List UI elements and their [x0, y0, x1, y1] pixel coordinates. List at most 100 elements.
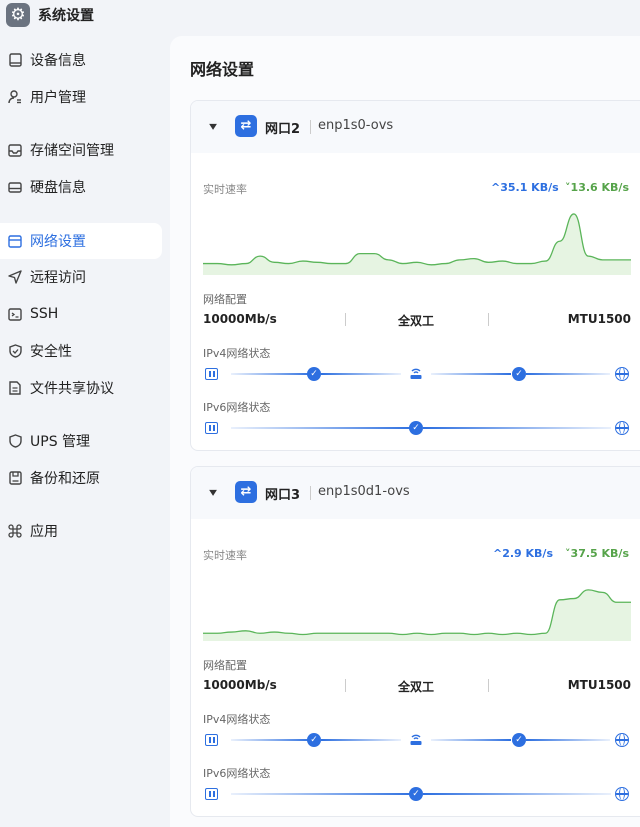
file-icon [6, 379, 24, 397]
status-line [231, 739, 313, 741]
sidebar-item-apps[interactable]: 应用 [0, 513, 162, 549]
config-divider [345, 679, 346, 692]
apps-icon [6, 522, 24, 540]
config-divider [488, 679, 489, 692]
status-line [431, 739, 511, 741]
sidebar-item-file-sharing[interactable]: 文件共享协议 [0, 370, 162, 406]
duplex-mode: 全双工 [397, 680, 434, 694]
realtime-label: 实时速率 [203, 549, 247, 562]
transfer-arrows-icon: ⇄ [235, 481, 257, 503]
status-line [321, 373, 401, 375]
router-icon [408, 366, 424, 382]
status-line [231, 793, 415, 795]
sidebar-item-device-info[interactable]: 设备信息 [0, 42, 162, 78]
sidebar-item-label: 硬盘信息 [30, 180, 86, 196]
ethernet-port-icon [205, 788, 218, 800]
sidebar-item-label: SSH [30, 306, 59, 322]
ethernet-port-icon [205, 422, 218, 434]
ipv4-status-label: IPv4网络状态 [203, 347, 271, 360]
sidebar-item-label: 备份和还原 [30, 471, 100, 487]
ethernet-port-icon [205, 368, 218, 380]
check-icon: ✓ [512, 733, 526, 747]
upload-speed: ^35.1 KB/s [491, 181, 559, 194]
sidebar-item-label: 文件共享协议 [30, 381, 114, 397]
disk-icon [6, 178, 24, 196]
ipv4-status-row: ✓ ✓ [203, 365, 631, 383]
ipv6-status-label: IPv6网络状态 [203, 767, 271, 780]
sidebar-item-network-settings[interactable]: 网络设置 [0, 223, 162, 259]
sidebar-item-label: 用户管理 [30, 90, 86, 106]
globe-icon [615, 421, 629, 435]
terminal-icon [6, 305, 24, 323]
sidebar-item-disk-info[interactable]: 硬盘信息 [0, 169, 162, 205]
ipv4-status-label: IPv4网络状态 [203, 713, 271, 726]
port-card-3: ▾ ⇄ 网口3 enp1s0d1-ovs 实时速率 ^2.9 KB/s ˅37.… [190, 466, 640, 817]
link-speed: 10000Mb/s [203, 312, 277, 326]
page-title: 网络设置 [190, 60, 255, 79]
globe-icon [615, 733, 629, 747]
ipv6-status-row: ✓ [203, 785, 631, 803]
globe-icon [615, 367, 629, 381]
sidebar-item-ups[interactable]: UPS 管理 [0, 423, 162, 459]
traffic-area [203, 213, 631, 275]
port-card-header[interactable]: ▾ ⇄ 网口2 enp1s0-ovs [191, 101, 640, 153]
main-content: 网络设置 ▾ ⇄ 网口2 enp1s0-ovs 实时速率 ^35.1 KB/s … [170, 36, 640, 827]
status-line [423, 427, 611, 429]
check-icon: ✓ [307, 733, 321, 747]
user-icon [6, 88, 24, 106]
link-speed: 10000Mb/s [203, 678, 277, 692]
device-icon [6, 51, 24, 69]
status-line [526, 739, 610, 741]
sidebar-item-label: 设备信息 [30, 53, 86, 69]
download-speed: ˅37.5 KB/s [565, 547, 629, 560]
sidebar-item-user-management[interactable]: 用户管理 [0, 79, 162, 115]
duplex-mode: 全双工 [397, 314, 434, 328]
status-line [321, 739, 401, 741]
sidebar-item-security[interactable]: 安全性 [0, 333, 162, 369]
ipv6-status-label: IPv6网络状态 [203, 401, 271, 414]
sidebar-item-ssh[interactable]: SSH [0, 296, 162, 332]
check-icon: ✓ [307, 367, 321, 381]
sidebar-item-label: UPS 管理 [30, 434, 91, 450]
sidebar-item-label: 安全性 [30, 344, 72, 360]
status-line [431, 373, 511, 375]
port-card-header[interactable]: ▾ ⇄ 网口3 enp1s0d1-ovs [191, 467, 640, 519]
download-speed: ˅13.6 KB/s [565, 181, 629, 194]
router-icon [408, 732, 424, 748]
app-title: 系统设置 [38, 8, 94, 24]
status-line [526, 373, 610, 375]
config-label: 网络配置 [203, 659, 247, 672]
sidebar-item-label: 网络设置 [30, 234, 86, 250]
network-icon [6, 232, 24, 250]
shield-icon [6, 432, 24, 450]
port-device: enp1s0-ovs [318, 118, 394, 133]
sidebar-item-backup-restore[interactable]: 备份和还原 [0, 460, 162, 496]
chevron-down-icon[interactable]: ▾ [203, 118, 224, 134]
port-name: 网口3 [265, 488, 301, 503]
mtu-value: MTU1500 [567, 312, 631, 326]
sidebar: 设备信息 用户管理 存储空间管理 硬盘信息 网络设置 远程访问 SSH 安全性 … [0, 0, 170, 827]
globe-icon [615, 787, 629, 801]
backup-icon [6, 469, 24, 487]
traffic-chart [203, 571, 631, 641]
ethernet-port-icon [205, 734, 218, 746]
check-icon: ✓ [409, 787, 423, 801]
shield-check-icon [6, 342, 24, 360]
storage-icon [6, 141, 24, 159]
sidebar-item-remote-access[interactable]: 远程访问 [0, 259, 162, 295]
traffic-chart [203, 205, 631, 275]
port-name: 网口2 [265, 122, 301, 137]
status-line [423, 793, 611, 795]
sidebar-item-storage[interactable]: 存储空间管理 [0, 132, 162, 168]
title-bar: ⚙ 系统设置 [0, 0, 640, 30]
status-line [231, 373, 313, 375]
upload-speed: ^2.9 KB/s [492, 547, 553, 560]
check-icon: ✓ [512, 367, 526, 381]
config-label: 网络配置 [203, 293, 247, 306]
realtime-label: 实时速率 [203, 183, 247, 196]
header-divider [310, 120, 311, 134]
chevron-down-icon[interactable]: ▾ [203, 484, 224, 500]
mtu-value: MTU1500 [567, 678, 631, 692]
gear-icon: ⚙ [6, 3, 30, 27]
sidebar-item-label: 应用 [30, 524, 58, 540]
